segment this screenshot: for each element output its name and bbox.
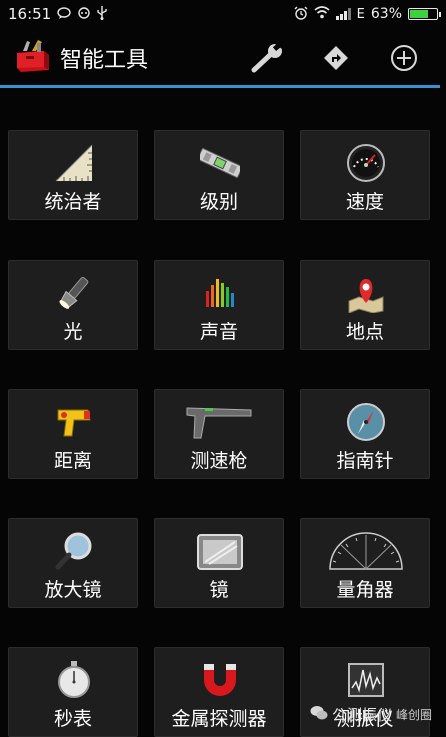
stopwatch-icon (54, 660, 94, 700)
tool-tile-speed-gun[interactable]: 测速枪 (154, 389, 284, 479)
watermark-main: 公测振仪 (331, 706, 392, 724)
tool-label: 地点 (345, 321, 384, 343)
tool-label: 指南针 (336, 450, 394, 472)
tool-label: 放大镜 (44, 579, 102, 601)
tool-tile-distance[interactable]: 距离 (8, 389, 138, 479)
tool-tile-metal-detector[interactable]: 金属探测器 (154, 647, 284, 737)
location-pin-icon (346, 273, 386, 314)
battery-percent: 63% (370, 6, 402, 22)
tool-label: 速度 (345, 191, 384, 213)
tool-tile-speed[interactable]: 速度 (300, 130, 430, 220)
add-circle-icon[interactable] (386, 40, 422, 76)
status-time: 16:51 (8, 5, 52, 23)
tool-label: 统治者 (44, 191, 102, 213)
tool-tile-ruler[interactable]: 统治者 (8, 130, 138, 220)
tool-label: 声音 (199, 321, 238, 343)
toolbox-logo-icon (14, 39, 52, 75)
tool-tile-stopwatch[interactable]: 秒表 (8, 647, 138, 737)
tool-tile-mirror[interactable]: 镜 (154, 518, 284, 608)
message-icon (77, 6, 91, 22)
tool-label: 测速枪 (190, 450, 248, 472)
action-bar: 智能工具 (0, 28, 446, 86)
tool-label: 秒表 (53, 708, 92, 730)
speedometer-icon (346, 143, 386, 183)
app-title: 智能工具 (60, 48, 149, 73)
battery-icon (408, 8, 441, 20)
signal-icon (335, 8, 351, 20)
tool-label: 镜 (209, 579, 229, 601)
magnet-icon (200, 660, 240, 700)
tool-tile-protractor[interactable]: 量角器 (300, 518, 430, 608)
distance-gun-icon (54, 402, 94, 442)
network-type: E (356, 6, 365, 22)
tool-tile-light[interactable]: 光 (8, 260, 138, 350)
tool-tile-location[interactable]: 地点 (300, 260, 430, 350)
tool-tile-sound[interactable]: 声音 (154, 260, 284, 350)
tool-tile-level[interactable]: 级别 (154, 130, 284, 220)
wechat-icon (310, 705, 328, 725)
compass-icon (346, 402, 386, 442)
speed-gun-icon (185, 402, 255, 442)
tool-label: 光 (63, 321, 83, 343)
mirror-icon (196, 531, 244, 571)
status-bar: 16:51 E 63% (0, 0, 446, 28)
sound-meter-icon (200, 273, 240, 313)
alarm-icon (294, 6, 308, 23)
action-bar-divider (0, 85, 440, 88)
chat-icon (57, 6, 71, 22)
wifi-icon (314, 6, 330, 22)
directions-icon[interactable] (318, 40, 354, 76)
tool-label: 级别 (199, 191, 238, 213)
tool-label: 距离 (53, 450, 92, 472)
watermark-small: 峰创圈 (395, 708, 432, 722)
tool-tile-compass[interactable]: 指南针 (300, 389, 430, 479)
flashlight-icon (54, 273, 94, 313)
spirit-level-icon (197, 143, 243, 183)
tool-tile-magnifier[interactable]: 放大镜 (8, 518, 138, 608)
vibrometer-icon (346, 660, 386, 700)
protractor-icon (326, 531, 406, 571)
watermark: 公测振仪 峰创圈 (310, 704, 432, 725)
ruler-icon (54, 143, 94, 183)
magnifier-icon (54, 531, 94, 571)
tool-label: 金属探测器 (171, 708, 267, 730)
tool-label: 量角器 (336, 579, 394, 601)
usb-icon (97, 5, 107, 23)
wrench-icon[interactable] (250, 40, 286, 76)
